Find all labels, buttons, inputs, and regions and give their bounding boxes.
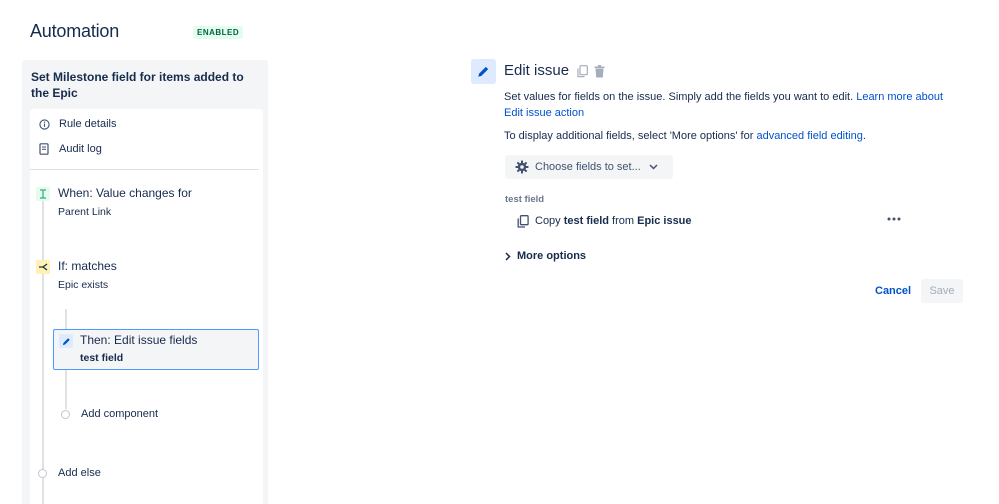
copy-icon xyxy=(517,214,530,228)
divider xyxy=(30,169,259,170)
gear-icon xyxy=(515,160,529,174)
rule-flow: Rule details Audit log When: Value chang… xyxy=(30,109,263,504)
condition-subtitle: Epic exists xyxy=(58,279,109,291)
rule-name: Set Milestone field for items added to t… xyxy=(31,70,244,100)
field-value-row[interactable]: Copy test field from Epic issue xyxy=(517,213,692,229)
add-component-label: Add component xyxy=(81,408,159,420)
more-actions-icon[interactable] xyxy=(885,212,903,226)
action-title: Then: Edit issue fields xyxy=(80,333,198,347)
page-title: Automation xyxy=(30,21,120,41)
advanced-prefix: To display additional fields, select 'Mo… xyxy=(504,130,754,142)
add-node-icon xyxy=(61,410,70,419)
trigger-subtitle: Parent Link xyxy=(58,206,112,218)
field-row-prefix: Copy xyxy=(535,215,561,227)
branch-icon xyxy=(36,260,50,274)
save-button[interactable]: Save xyxy=(921,279,963,303)
rule-panel: Set Milestone field for items added to t… xyxy=(22,60,268,504)
detail-title: Edit issue xyxy=(504,62,570,79)
pencil-icon xyxy=(59,334,73,348)
add-else-label: Add else xyxy=(58,467,101,479)
field-change-icon xyxy=(36,187,50,201)
nav-rule-details[interactable]: Rule details xyxy=(38,114,116,134)
choose-fields-label: Choose fields to set... xyxy=(535,161,641,173)
trigger-title: When: Value changes for xyxy=(58,186,192,200)
field-label: test field xyxy=(505,194,545,205)
copy-icon[interactable] xyxy=(575,64,589,78)
cancel-button[interactable]: Cancel xyxy=(869,279,917,303)
detail-description: Set values for fields on the issue. Simp… xyxy=(504,89,964,121)
field-row-source: Epic issue xyxy=(637,215,692,227)
nav-audit-log[interactable]: Audit log xyxy=(38,139,102,159)
advanced-editing-hint: To display additional fields, select 'Mo… xyxy=(504,128,964,144)
choose-fields-dropdown[interactable]: Choose fields to set... xyxy=(505,155,673,179)
trash-icon[interactable] xyxy=(592,64,606,78)
document-icon xyxy=(38,143,50,155)
field-row-middle: from xyxy=(612,215,635,227)
action-subtitle: test field xyxy=(80,352,124,364)
chevron-down-icon xyxy=(649,164,658,170)
description-text: Set values for fields on the issue. Simp… xyxy=(504,91,854,103)
status-badge: ENABLED xyxy=(193,26,244,39)
info-icon xyxy=(38,118,50,130)
add-node-icon xyxy=(38,469,47,478)
flow-connector xyxy=(42,199,44,504)
condition-title: If: matches xyxy=(58,259,117,273)
more-options-toggle[interactable]: More options xyxy=(505,249,586,263)
advanced-suffix: . xyxy=(862,130,866,142)
chevron-right-icon xyxy=(505,251,511,261)
field-row-field: test field xyxy=(563,215,609,227)
nav-audit-log-label: Audit log xyxy=(59,143,102,155)
advanced-field-editing-link[interactable]: advanced field editing xyxy=(756,130,862,142)
action-step-selected[interactable]: Then: Edit issue fields test field xyxy=(53,329,259,370)
nav-rule-details-label: Rule details xyxy=(59,118,117,130)
pencil-icon xyxy=(471,59,496,84)
more-options-label: More options xyxy=(517,250,587,262)
